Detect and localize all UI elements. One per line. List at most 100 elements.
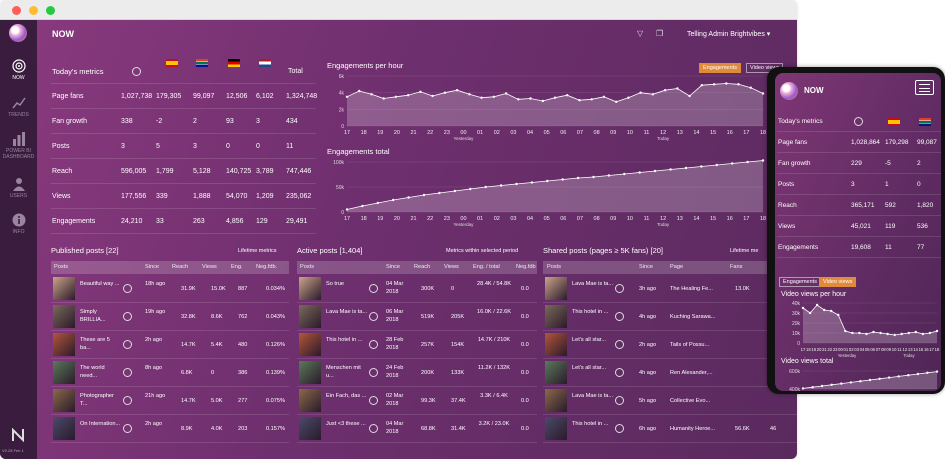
data-point[interactable] [376, 201, 379, 205]
post-title[interactable]: So true [326, 280, 368, 288]
data-point[interactable] [469, 187, 472, 191]
data-point[interactable] [801, 387, 805, 390]
data-point[interactable] [361, 204, 364, 208]
data-point[interactable] [700, 165, 703, 168]
data-point[interactable] [914, 330, 917, 334]
post-thumbnail[interactable] [53, 389, 75, 412]
data-point[interactable] [345, 208, 349, 211]
data-point[interactable] [370, 93, 373, 96]
data-point[interactable] [921, 332, 925, 336]
post-thumbnail[interactable] [545, 305, 567, 328]
data-point[interactable] [731, 162, 734, 165]
data-point[interactable] [607, 174, 611, 177]
post-title[interactable]: Beautiful way ... [80, 280, 122, 288]
post-title[interactable]: This hotel in ... [326, 336, 368, 344]
phone-toggle-video-views[interactable]: Video views [819, 277, 857, 287]
post-thumbnail[interactable] [545, 277, 567, 300]
data-point[interactable] [830, 309, 833, 313]
data-point[interactable] [392, 198, 395, 202]
data-point[interactable] [907, 374, 910, 377]
table-row[interactable]: Just <3 these ... 04 Mar 2018 68.8K 31.4K 3.… [297, 415, 537, 443]
post-title[interactable]: The world need... [80, 364, 122, 380]
table-row[interactable]: This hotel in ... 4h ago Kuching Sarawa... [543, 303, 797, 331]
table-row[interactable]: Lava Mae is ta... 5h ago Collective Evo... [543, 387, 797, 415]
post-title[interactable]: Let's all star... [572, 336, 614, 344]
post-thumbnail[interactable] [299, 277, 321, 300]
data-point[interactable] [623, 172, 626, 176]
data-point[interactable] [887, 376, 891, 379]
data-point[interactable] [886, 332, 889, 336]
data-point[interactable] [893, 333, 896, 337]
data-point[interactable] [868, 378, 872, 382]
data-point[interactable] [830, 383, 833, 386]
data-point[interactable] [900, 332, 903, 336]
data-point[interactable] [684, 166, 688, 170]
post-thumbnail[interactable] [53, 333, 75, 356]
post-title[interactable]: Lava Mae is ta... [572, 280, 614, 288]
column-header[interactable]: Posts [300, 264, 314, 270]
post-thumbnail[interactable] [299, 333, 321, 356]
data-point[interactable] [811, 386, 814, 389]
data-point[interactable] [602, 95, 606, 98]
post-title[interactable]: These are 5 ba... [80, 336, 122, 352]
post-title[interactable]: Menschen mit u... [326, 364, 368, 380]
data-point[interactable] [926, 371, 929, 374]
data-point[interactable] [530, 181, 534, 184]
data-point[interactable] [859, 380, 862, 383]
data-point[interactable] [627, 96, 630, 99]
data-point[interactable] [907, 331, 910, 335]
data-point[interactable] [935, 329, 939, 333]
post-title[interactable]: This hotel in ... [572, 420, 614, 428]
data-point[interactable] [872, 330, 875, 334]
page-cell[interactable]: Ren Alexander,... [670, 370, 713, 376]
data-point[interactable] [453, 189, 457, 193]
data-point[interactable] [928, 331, 932, 335]
table-row[interactable]: Let's all star... 4h ago Ren Alexander,... [543, 359, 797, 387]
table-row[interactable]: Let's all star... 2h ago Tails of Possu... [543, 331, 797, 359]
data-point[interactable] [746, 160, 749, 164]
page-cell[interactable]: Humanity Heroe... [670, 426, 715, 432]
data-point[interactable] [840, 382, 843, 385]
data-point[interactable] [851, 331, 854, 335]
post-thumbnail[interactable] [545, 389, 567, 412]
data-point[interactable] [561, 178, 564, 181]
post-title[interactable]: Lava Mae is ta... [572, 392, 614, 400]
nav-item-info[interactable]: INFO [0, 213, 37, 235]
data-point[interactable] [394, 95, 398, 98]
post-title[interactable]: On Internation... [80, 420, 122, 428]
data-point[interactable] [419, 90, 422, 93]
post-thumbnail[interactable] [299, 305, 321, 328]
column-header[interactable]: Page [670, 264, 683, 270]
data-point[interactable] [578, 99, 581, 102]
close-window-button[interactable] [12, 6, 21, 15]
post-title[interactable]: Lava Mae is ta... [326, 308, 368, 316]
data-point[interactable] [879, 331, 882, 335]
data-point[interactable] [422, 193, 426, 197]
column-header[interactable]: Fans [730, 264, 742, 270]
data-point[interactable] [492, 95, 495, 98]
data-point[interactable] [712, 83, 716, 86]
data-point[interactable] [815, 303, 819, 307]
data-point[interactable] [651, 93, 655, 96]
maximize-window-button[interactable] [46, 6, 55, 15]
filter-icon[interactable]: ▽ [637, 29, 643, 38]
column-header[interactable]: Reach [414, 264, 430, 270]
post-title[interactable]: Ein Fach, das ... [326, 392, 368, 400]
data-point[interactable] [529, 97, 532, 100]
data-point[interactable] [431, 94, 434, 98]
post-thumbnail[interactable] [53, 417, 75, 440]
data-point[interactable] [615, 100, 618, 103]
nav-item-trends[interactable]: TRENDS [0, 96, 37, 118]
data-point[interactable] [878, 377, 881, 380]
data-point[interactable] [553, 96, 557, 99]
column-header[interactable]: Posts [547, 264, 561, 270]
nav-item-users[interactable]: USERS [0, 177, 37, 199]
data-point[interactable] [638, 171, 641, 174]
column-header[interactable]: Since [386, 264, 400, 270]
data-point[interactable] [438, 191, 441, 195]
data-point[interactable] [865, 332, 868, 336]
table-row[interactable]: So true 04 Mar 2018 300K 0 28.4K / 54.8K 0.0 [297, 275, 537, 303]
data-point[interactable] [663, 89, 667, 92]
data-point[interactable] [801, 306, 805, 310]
data-point[interactable] [443, 91, 447, 94]
